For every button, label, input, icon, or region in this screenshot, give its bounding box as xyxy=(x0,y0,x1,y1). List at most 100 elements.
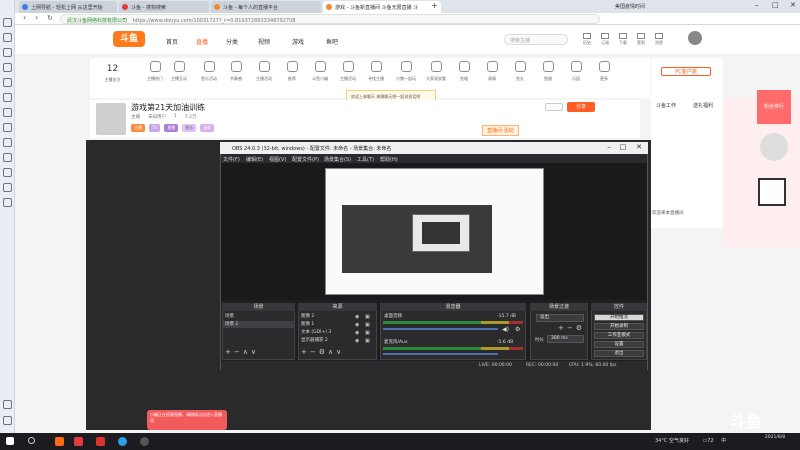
tag-badge[interactable]: TV xyxy=(149,124,161,132)
download-icon[interactable] xyxy=(3,78,12,87)
obs-menu-item[interactable]: 帮助(H) xyxy=(380,156,398,163)
mail-icon[interactable] xyxy=(3,108,12,117)
browser-tab[interactable]: 斗鱼 - 每个人的直播平台 xyxy=(211,1,321,13)
scene-item-selected[interactable]: 场景 2 xyxy=(223,321,294,328)
obs-minimize-icon[interactable]: – xyxy=(602,143,616,153)
nav-item[interactable]: 游戏 xyxy=(292,37,304,46)
category-item[interactable]: 表情 xyxy=(478,61,506,82)
nav-item[interactable]: 分类 xyxy=(226,37,238,46)
video-icon[interactable] xyxy=(3,138,12,147)
menu-icon[interactable] xyxy=(3,416,12,425)
tag-badge[interactable]: 鱼乐 xyxy=(182,124,197,132)
category-item[interactable]: 斗鱼小编 xyxy=(306,61,334,82)
nav-item[interactable]: 首页 xyxy=(166,37,178,46)
category-item[interactable]: 寻找主播 xyxy=(362,61,390,82)
streamer-avatar[interactable] xyxy=(96,103,126,135)
lock-icon[interactable]: ▣ ▣ ▣ ▣ xyxy=(365,313,370,345)
obs-menu-item[interactable]: 场景集合(S) xyxy=(324,156,351,163)
add-icon[interactable] xyxy=(3,400,12,409)
category-item[interactable]: 主播互动 xyxy=(165,61,193,82)
gear-icon[interactable]: ⚙ xyxy=(515,326,520,333)
site-logo[interactable]: 斗鱼 xyxy=(113,31,145,47)
scene-controls[interactable]: +−∧∨ xyxy=(225,348,259,356)
obs-menu-item[interactable]: 视图(V) xyxy=(269,156,286,163)
category-item[interactable]: 推荐 xyxy=(278,61,306,82)
promo-button[interactable]: 直播间 活动 xyxy=(482,125,519,136)
studio-mode-button[interactable]: 工作室模式 xyxy=(594,332,644,339)
category-item[interactable]: 大家说说看 xyxy=(422,61,450,82)
close-icon[interactable]: ✕ xyxy=(790,1,796,9)
bookmark-icon[interactable] xyxy=(3,48,12,57)
settings-icon[interactable] xyxy=(3,198,12,207)
share-button[interactable]: 分享 xyxy=(567,102,595,112)
source-item[interactable]: 图像 2 xyxy=(299,313,353,320)
cloud-icon[interactable] xyxy=(3,183,12,192)
transition-select[interactable]: 淡出 xyxy=(536,314,584,322)
right-panel-item[interactable]: 送礼福利 xyxy=(693,102,713,109)
header-download[interactable]: 下载 xyxy=(618,33,628,46)
category-item[interactable]: 鱼翅 xyxy=(534,61,562,82)
category-item[interactable]: 鱼塘 xyxy=(450,61,478,82)
header-checkin[interactable]: 签到 xyxy=(636,33,646,46)
obs-menu-item[interactable]: 配置文件(P) xyxy=(292,156,319,163)
tool-icon[interactable] xyxy=(3,168,12,177)
header-subscribe[interactable]: 订阅 xyxy=(600,33,610,46)
speaker-icon[interactable]: ◀) xyxy=(502,326,509,333)
user-avatar[interactable] xyxy=(688,31,702,45)
taskbar-browser-icon[interactable] xyxy=(118,437,127,446)
back-icon[interactable]: ‹ xyxy=(23,13,26,22)
star-icon[interactable] xyxy=(3,18,12,27)
browser-tab[interactable]: 上网导航 - 轻松上网 从这里开始 xyxy=(19,1,117,13)
forward-icon[interactable]: › xyxy=(35,13,38,22)
category-item[interactable]: 更多 xyxy=(590,61,618,82)
note-icon[interactable] xyxy=(3,93,12,102)
taskbar-app-icon[interactable] xyxy=(96,437,105,446)
volume-slider[interactable] xyxy=(383,353,498,355)
history-icon[interactable] xyxy=(3,63,12,72)
obs-menu-item[interactable]: 工具(T) xyxy=(357,156,374,163)
category-item[interactable]: 主播活动 xyxy=(250,61,278,82)
grid-icon[interactable] xyxy=(3,33,12,42)
pc-client-button[interactable]: PC客户端 xyxy=(661,67,711,76)
header-history[interactable]: 历史 xyxy=(582,33,592,46)
right-panel-item[interactable]: 斗鱼工作 xyxy=(656,102,676,109)
transition-controls[interactable]: +−⚙ xyxy=(558,324,585,332)
minimize-icon[interactable]: – xyxy=(755,1,759,9)
follow-count[interactable]: 12 主播关注 xyxy=(90,64,135,90)
source-item[interactable]: 文本 (GDI+) 3 xyxy=(299,329,353,336)
obs-menu-item[interactable]: 文件(F) xyxy=(223,156,240,163)
header-message[interactable]: 消息 xyxy=(654,33,664,46)
start-streaming-button[interactable]: 开始推流 xyxy=(594,314,644,321)
taskbar-app-icon[interactable] xyxy=(55,437,64,446)
obs-menu-item[interactable]: 编辑(E) xyxy=(246,156,263,163)
ime-indicator[interactable]: 中 xyxy=(721,438,726,444)
exit-button[interactable]: 退出 xyxy=(594,350,644,357)
duration-input[interactable]: 300 ms xyxy=(547,335,584,343)
start-icon[interactable] xyxy=(6,437,14,445)
site-search-input[interactable]: 搜索主播 xyxy=(504,34,568,45)
tag-badge[interactable]: 直播 xyxy=(164,124,179,132)
nav-item[interactable]: 鱼吧 xyxy=(326,37,338,46)
visibility-eye-icon[interactable]: ◉ ◉ ◉ ◉ xyxy=(355,313,359,345)
nav-item[interactable]: 视频 xyxy=(258,37,270,46)
rank-banner[interactable]: 粉丝排行 xyxy=(757,90,791,124)
tag-badge[interactable]: 主播 xyxy=(131,124,145,132)
category-item[interactable]: 小猪一起玩 xyxy=(392,61,420,82)
obs-maximize-icon[interactable]: □ xyxy=(616,143,630,153)
maximize-icon[interactable]: □ xyxy=(772,1,779,9)
weather-text[interactable]: 34°C 空气良好 xyxy=(655,438,689,444)
game-icon[interactable] xyxy=(3,123,12,132)
settings-button[interactable]: 设置 xyxy=(594,341,644,348)
nav-item-active[interactable]: 直播 xyxy=(196,37,208,46)
category-item[interactable]: 鱼乐活动 xyxy=(195,61,223,82)
source-item[interactable]: 显示器捕获 2 xyxy=(299,337,353,344)
scene-item[interactable]: 场景 xyxy=(223,313,294,320)
source-controls[interactable]: +−⚙∧∨ xyxy=(301,348,344,356)
url-field[interactable]: 武汉斗鱼网络科技有限公司 https://www.douyu.com/10031… xyxy=(60,14,600,24)
browser-tab-active[interactable]: 游戏 - 斗鱼新直播间 斗鱼无限直播 斗 xyxy=(323,1,441,13)
new-tab-icon[interactable]: + xyxy=(431,1,438,10)
report-button[interactable] xyxy=(545,103,563,111)
category-item[interactable]: 节奏感 xyxy=(222,61,250,82)
search-icon[interactable] xyxy=(28,437,35,444)
volume-slider[interactable] xyxy=(383,328,498,330)
